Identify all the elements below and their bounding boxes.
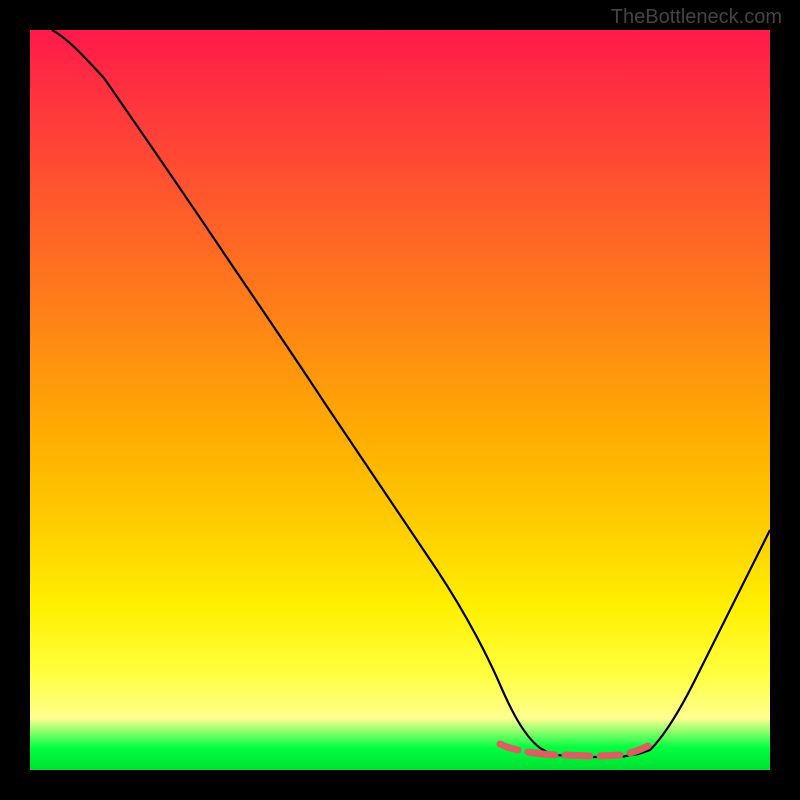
bottleneck-curve-line bbox=[52, 30, 770, 757]
chart-plot-area bbox=[30, 30, 770, 770]
chart-svg bbox=[30, 30, 770, 770]
optimal-band-highlight bbox=[500, 744, 648, 756]
watermark-text: TheBottleneck.com bbox=[611, 6, 782, 29]
